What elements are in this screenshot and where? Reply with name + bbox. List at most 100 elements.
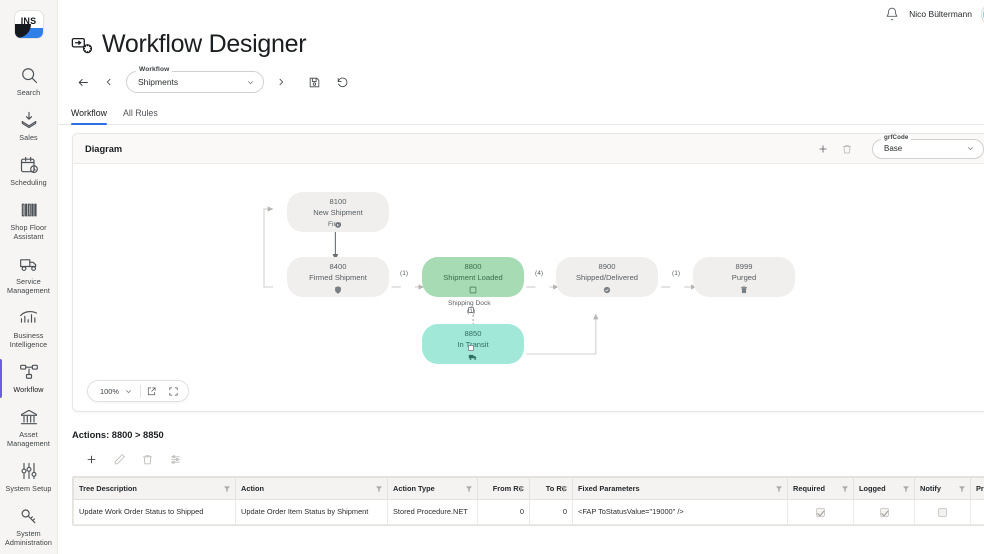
filter-icon[interactable] <box>517 485 525 493</box>
column-header[interactable]: Fixed Parameters <box>572 477 788 500</box>
save-button[interactable] <box>301 70 327 94</box>
diagram-node-8999[interactable]: 8999 Purged <box>693 257 795 297</box>
logo-wave <box>14 24 43 38</box>
workflow-select[interactable]: Workflow Shipments <box>126 66 264 93</box>
edit-action-button[interactable] <box>111 451 128 468</box>
add-action-button[interactable] <box>83 451 100 468</box>
tab-all-rules[interactable]: All Rules <box>123 108 158 124</box>
cell-action: Update Order Item Status by Shipment <box>235 499 388 525</box>
filter-icon[interactable] <box>375 485 383 493</box>
sidebar-item-business-intelligence[interactable]: Business Intelligence <box>0 302 58 356</box>
sidebar-item-workflow[interactable]: Workflow <box>0 356 58 401</box>
column-header[interactable]: From RC <box>477 477 530 500</box>
cell-action-type: Stored Procedure.NET <box>387 499 478 525</box>
column-header[interactable]: Notify <box>914 477 971 500</box>
sidebar-item-search[interactable]: Search <box>0 59 58 104</box>
filter-icon[interactable] <box>223 485 231 493</box>
diagram-node-8400[interactable]: 8400 Firmed Shipment <box>287 257 389 297</box>
column-header[interactable]: Tree Description <box>73 477 236 500</box>
add-node-button[interactable] <box>812 138 834 160</box>
filter-icon[interactable] <box>841 485 849 493</box>
column-header[interactable]: Required <box>787 477 854 500</box>
column-header[interactable]: Action Type <box>387 477 478 500</box>
checkbox[interactable] <box>879 507 889 517</box>
search-icon <box>21 68 37 84</box>
edge-label: (1) <box>467 308 476 315</box>
sidebar-item-system-administration[interactable]: System Administration <box>0 500 58 554</box>
checkbox[interactable] <box>938 507 947 517</box>
diagram-canvas[interactable]: 8100 New Shipment 8400 Firmed Shipment 8800 S… <box>73 164 984 411</box>
tab-workflow[interactable]: Workflow <box>71 108 108 125</box>
shop-floor-icon <box>21 203 37 217</box>
fullscreen-button[interactable] <box>163 381 185 401</box>
actions-table: Tree Description Action Action Type From RC… <box>73 477 984 525</box>
sidebar-item-scheduling[interactable]: Scheduling <box>0 149 58 194</box>
navigation-row: Workflow Shipments <box>58 59 984 94</box>
sidebar-item-label: Asset Management <box>7 430 50 448</box>
diagram-node-8850[interactable]: 8850 In Transit <box>422 324 524 364</box>
pencil-icon <box>114 454 125 465</box>
refresh-button[interactable] <box>329 70 355 94</box>
filter-icon[interactable] <box>902 485 910 493</box>
sidebar-item-label: Search <box>16 88 41 97</box>
sidebar-item-service-management[interactable]: Service Management <box>0 248 58 302</box>
table-row[interactable]: Update Work Order Status to Shipped Updat… <box>73 499 984 525</box>
node-handle-bottom[interactable] <box>468 345 474 351</box>
export-diagram-button[interactable] <box>141 381 163 401</box>
trash-icon <box>143 455 152 465</box>
cell-logged[interactable] <box>853 499 915 525</box>
sliders-icon <box>21 462 36 480</box>
diagram-node-8900[interactable]: 8900 Shipped/Delivered <box>556 257 658 297</box>
sidebar-item-label: Business Intelligence <box>9 331 48 349</box>
chevron-right-icon <box>279 78 284 86</box>
actions-panel-title: Actions: 8800 > 8850 <box>72 430 164 440</box>
cell-tree-description: Update Work Order Status to Shipped <box>73 499 236 525</box>
filter-icon[interactable] <box>775 485 783 493</box>
diagram-panel-title: Diagram <box>85 143 123 154</box>
bell-icon[interactable] <box>885 7 899 21</box>
settings-sliders-icon <box>171 455 180 464</box>
diagram-node-8800[interactable]: 8800 Shipment Loaded <box>422 257 524 297</box>
sidebar-item-sales[interactable]: Sales <box>0 104 58 149</box>
column-header-label: Printer <box>976 484 984 493</box>
cell-required[interactable] <box>787 499 854 525</box>
next-button[interactable] <box>269 70 293 94</box>
chevron-down-icon <box>125 389 131 393</box>
filter-icon[interactable] <box>560 485 568 493</box>
cell-from-rc: 0 <box>477 499 530 525</box>
node-id: 8999 <box>735 262 753 272</box>
checkbox[interactable] <box>816 507 825 517</box>
filter-icon[interactable] <box>465 485 473 493</box>
page-title: Workflow Designer <box>102 30 307 58</box>
column-header-label: Notify <box>920 484 941 493</box>
edge-label: (1) <box>400 270 409 277</box>
plus-icon <box>819 145 827 152</box>
column-header[interactable]: Logged <box>853 477 915 500</box>
grf-code-value: Base <box>884 144 903 153</box>
fullscreen-icon <box>169 386 178 396</box>
column-header[interactable]: To RC <box>529 477 573 500</box>
sidebar-item-system-setup[interactable]: System Setup <box>0 455 58 500</box>
edge-label: Firm <box>328 221 342 228</box>
previous-button[interactable] <box>97 70 121 94</box>
delete-diagram-button[interactable] <box>836 138 858 160</box>
back-button[interactable] <box>71 70 95 94</box>
column-header[interactable]: Printer <box>970 477 984 500</box>
left-nav-rail: INS Search Sales Scheduling Shop Floor Assi… <box>0 0 58 554</box>
action-settings-button[interactable] <box>167 451 184 468</box>
sidebar-item-label: Sales <box>19 133 38 142</box>
grf-code-select[interactable]: grfCode Base <box>872 133 984 159</box>
sidebar-item-shop-floor-assistant[interactable]: Shop Floor Assistant <box>0 194 58 248</box>
filter-icon[interactable] <box>958 485 966 493</box>
sidebar-item-label: Workflow <box>13 385 44 394</box>
delete-action-button[interactable] <box>139 451 156 468</box>
column-header[interactable]: Action <box>235 477 388 500</box>
node-id: 8900 <box>598 262 616 272</box>
table-body: Update Work Order Status to Shipped Updat… <box>73 499 984 525</box>
zoom-level-select[interactable]: 100% <box>91 387 140 396</box>
sidebar-item-asset-management[interactable]: Asset Management <box>0 401 58 455</box>
trash-icon <box>843 144 851 153</box>
cell-notify[interactable] <box>914 499 971 525</box>
zoom-toolbar: 100% <box>87 380 189 402</box>
node-label: Shipment Loaded <box>443 272 503 282</box>
